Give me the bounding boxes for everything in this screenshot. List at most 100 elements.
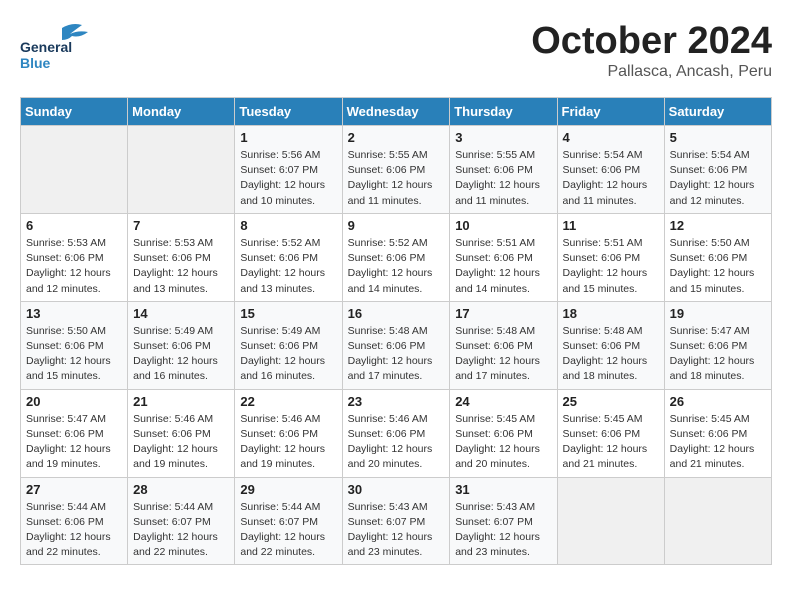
day-number: 6 [26,218,122,233]
day-info: Sunrise: 5:54 AMSunset: 6:06 PMDaylight:… [563,148,659,209]
calendar-cell [128,126,235,214]
day-number: 7 [133,218,229,233]
month-title: October 2024 [531,20,772,63]
day-number: 22 [240,394,336,409]
day-info: Sunrise: 5:45 AMSunset: 6:06 PMDaylight:… [563,412,659,473]
calendar-cell: 17 Sunrise: 5:48 AMSunset: 6:06 PMDayligh… [450,301,557,389]
day-number: 1 [240,130,336,145]
day-info: Sunrise: 5:46 AMSunset: 6:06 PMDaylight:… [240,412,336,473]
day-number: 8 [240,218,336,233]
location-title: Pallasca, Ancash, Peru [531,63,772,81]
day-info: Sunrise: 5:53 AMSunset: 6:06 PMDaylight:… [133,236,229,297]
day-info: Sunrise: 5:45 AMSunset: 6:06 PMDaylight:… [455,412,551,473]
calendar-cell: 24Sunrise: 5:45 AMSunset: 6:06 PMDayligh… [450,389,557,477]
day-info: Sunrise: 5:55 AMSunset: 6:06 PMDaylight:… [455,148,551,209]
calendar-cell: 25 Sunrise: 5:45 AMSunset: 6:06 PMDayligh… [557,389,664,477]
day-number: 14 [133,306,229,321]
day-number: 10 [455,218,551,233]
day-number: 16 [348,306,445,321]
day-number: 25 [563,394,659,409]
day-info: Sunrise: 5:53 AMSunset: 6:06 PMDaylight:… [26,236,122,297]
calendar-cell: 18 Sunrise: 5:48 AMSunset: 6:06 PMDayligh… [557,301,664,389]
day-number: 29 [240,482,336,497]
day-info: Sunrise: 5:48 AMSunset: 6:06 PMDaylight:… [455,324,551,385]
col-header-monday: Monday [128,98,235,126]
calendar-cell: 27 Sunrise: 5:44 AMSunset: 6:06 PMDayligh… [21,477,128,565]
day-info: Sunrise: 5:52 AMSunset: 6:06 PMDaylight:… [240,236,336,297]
day-info: Sunrise: 5:44 AMSunset: 6:07 PMDaylight:… [240,500,336,561]
svg-text:General: General [20,39,72,55]
day-number: 13 [26,306,122,321]
day-info: Sunrise: 5:44 AMSunset: 6:06 PMDaylight:… [26,500,122,561]
calendar-cell: 3 Sunrise: 5:55 AMSunset: 6:06 PMDaylight… [450,126,557,214]
day-number: 28 [133,482,229,497]
calendar-week-1: 1 Sunrise: 5:56 AMSunset: 6:07 PMDaylight… [21,126,772,214]
day-info: Sunrise: 5:43 AMSunset: 6:07 PMDaylight:… [348,500,445,561]
col-header-thursday: Thursday [450,98,557,126]
calendar-table: SundayMondayTuesdayWednesdayThursdayFrid… [20,97,772,565]
calendar-cell: 10Sunrise: 5:51 AMSunset: 6:06 PMDayligh… [450,213,557,301]
calendar-cell [664,477,771,565]
day-number: 30 [348,482,445,497]
calendar-cell: 19 Sunrise: 5:47 AMSunset: 6:06 PMDayligh… [664,301,771,389]
day-info: Sunrise: 5:44 AMSunset: 6:07 PMDaylight:… [133,500,229,561]
calendar-cell: 22 Sunrise: 5:46 AMSunset: 6:06 PMDayligh… [235,389,342,477]
calendar-cell: 7 Sunrise: 5:53 AMSunset: 6:06 PMDaylight… [128,213,235,301]
calendar-header-row: SundayMondayTuesdayWednesdayThursdayFrid… [21,98,772,126]
day-info: Sunrise: 5:47 AMSunset: 6:06 PMDaylight:… [26,412,122,473]
logo: General Blue [20,20,100,72]
day-info: Sunrise: 5:52 AMSunset: 6:06 PMDaylight:… [348,236,445,297]
calendar-cell: 8 Sunrise: 5:52 AMSunset: 6:06 PMDaylight… [235,213,342,301]
day-number: 26 [670,394,766,409]
calendar-cell: 30 Sunrise: 5:43 AMSunset: 6:07 PMDayligh… [342,477,450,565]
calendar-cell: 15 Sunrise: 5:49 AMSunset: 6:06 PMDayligh… [235,301,342,389]
day-number: 27 [26,482,122,497]
day-info: Sunrise: 5:54 AMSunset: 6:06 PMDaylight:… [670,148,766,209]
day-info: Sunrise: 5:49 AMSunset: 6:06 PMDaylight:… [240,324,336,385]
calendar-cell: 4 Sunrise: 5:54 AMSunset: 6:06 PMDaylight… [557,126,664,214]
calendar-cell: 26 Sunrise: 5:45 AMSunset: 6:06 PMDayligh… [664,389,771,477]
day-info: Sunrise: 5:48 AMSunset: 6:06 PMDaylight:… [563,324,659,385]
day-info: Sunrise: 5:43 AMSunset: 6:07 PMDaylight:… [455,500,551,561]
calendar-cell: 12 Sunrise: 5:50 AMSunset: 6:06 PMDayligh… [664,213,771,301]
calendar-cell: 11Sunrise: 5:51 AMSunset: 6:06 PMDayligh… [557,213,664,301]
col-header-friday: Friday [557,98,664,126]
calendar-cell: 28 Sunrise: 5:44 AMSunset: 6:07 PMDayligh… [128,477,235,565]
day-info: Sunrise: 5:45 AMSunset: 6:06 PMDaylight:… [670,412,766,473]
svg-text:Blue: Blue [20,55,51,71]
calendar-cell [557,477,664,565]
day-number: 23 [348,394,445,409]
col-header-tuesday: Tuesday [235,98,342,126]
day-number: 5 [670,130,766,145]
day-number: 15 [240,306,336,321]
day-number: 4 [563,130,659,145]
day-info: Sunrise: 5:46 AMSunset: 6:06 PMDaylight:… [133,412,229,473]
page-header: General Blue October 2024 Pallasca, Anca… [20,20,772,81]
calendar-cell: 9 Sunrise: 5:52 AMSunset: 6:06 PMDaylight… [342,213,450,301]
day-number: 19 [670,306,766,321]
calendar-cell: 31Sunrise: 5:43 AMSunset: 6:07 PMDayligh… [450,477,557,565]
day-info: Sunrise: 5:48 AMSunset: 6:06 PMDaylight:… [348,324,445,385]
day-number: 2 [348,130,445,145]
day-number: 18 [563,306,659,321]
day-number: 12 [670,218,766,233]
calendar-cell: 2Sunrise: 5:55 AMSunset: 6:06 PMDaylight… [342,126,450,214]
day-info: Sunrise: 5:51 AMSunset: 6:06 PMDaylight:… [563,236,659,297]
day-number: 9 [348,218,445,233]
day-info: Sunrise: 5:46 AMSunset: 6:06 PMDaylight:… [348,412,445,473]
day-info: Sunrise: 5:50 AMSunset: 6:06 PMDaylight:… [670,236,766,297]
day-number: 17 [455,306,551,321]
day-info: Sunrise: 5:50 AMSunset: 6:06 PMDaylight:… [26,324,122,385]
day-info: Sunrise: 5:56 AMSunset: 6:07 PMDaylight:… [240,148,336,209]
calendar-cell: 1 Sunrise: 5:56 AMSunset: 6:07 PMDaylight… [235,126,342,214]
day-info: Sunrise: 5:49 AMSunset: 6:06 PMDaylight:… [133,324,229,385]
day-number: 3 [455,130,551,145]
calendar-cell: 13 Sunrise: 5:50 AMSunset: 6:06 PMDayligh… [21,301,128,389]
col-header-sunday: Sunday [21,98,128,126]
day-number: 21 [133,394,229,409]
calendar-cell: 23 Sunrise: 5:46 AMSunset: 6:06 PMDayligh… [342,389,450,477]
logo-svg: General Blue [20,20,100,72]
calendar-cell: 20Sunrise: 5:47 AMSunset: 6:06 PMDayligh… [21,389,128,477]
day-info: Sunrise: 5:47 AMSunset: 6:06 PMDaylight:… [670,324,766,385]
calendar-week-2: 6 Sunrise: 5:53 AMSunset: 6:06 PMDaylight… [21,213,772,301]
